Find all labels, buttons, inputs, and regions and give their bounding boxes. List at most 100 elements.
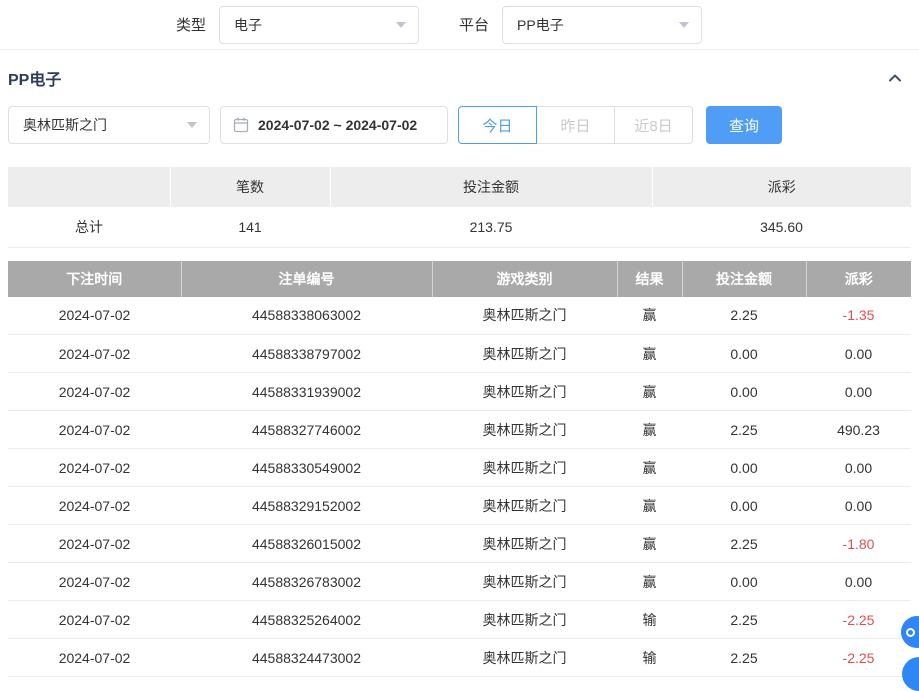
header-bet-amount: 投注金额: [682, 261, 806, 297]
date-range-picker[interactable]: 2024-07-02 ~ 2024-07-02: [220, 106, 448, 144]
cell-bet-id: 44588326783002: [181, 563, 432, 601]
summary-total-row: 总计 141 213.75 345.60: [8, 207, 911, 247]
yesterday-button[interactable]: 昨日: [536, 106, 615, 144]
cell-bet-amount: 0.00: [682, 373, 806, 411]
header-payout: 派彩: [806, 261, 911, 297]
cell-bet-id: 44588338797002: [181, 335, 432, 373]
chevron-down-icon: [187, 122, 197, 128]
calendar-icon: [233, 117, 249, 133]
cell-payout: -1.80: [806, 525, 911, 563]
summary-payout-value: 345.60: [652, 207, 911, 247]
cell-payout: 0.00: [806, 563, 911, 601]
cell-bet-amount: 0.00: [682, 449, 806, 487]
cell-bet-time: 2024-07-02: [8, 297, 181, 335]
cell-game-type: 奥林匹斯之门: [432, 487, 617, 525]
cell-bet-amount: 0.00: [682, 563, 806, 601]
game-select-value: 奥林匹斯之门: [23, 115, 107, 135]
cell-bet-id: 44588327746002: [181, 411, 432, 449]
cell-payout: 0.00: [806, 487, 911, 525]
summary-bet-amount-value: 213.75: [330, 207, 652, 247]
date-shortcut-group: 今日 昨日 近8日: [458, 106, 693, 144]
platform-select-value: PP电子: [517, 15, 564, 35]
platform-select[interactable]: PP电子: [502, 6, 702, 44]
cell-payout: 0.00: [806, 373, 911, 411]
cell-bet-amount: 0.00: [682, 335, 806, 373]
cell-bet-amount: 2.25: [682, 297, 806, 335]
query-row: 奥林匹斯之门 2024-07-02 ~ 2024-07-02 今日 昨日 近8日…: [0, 106, 919, 144]
cell-bet-id: 44588329152002: [181, 487, 432, 525]
cell-bet-amount: 2.25: [682, 601, 806, 639]
cell-game-type: 奥林匹斯之门: [432, 373, 617, 411]
cell-game-type: 奥林匹斯之门: [432, 335, 617, 373]
summary-header-payout: 派彩: [652, 167, 911, 207]
cell-bet-time: 2024-07-02: [8, 373, 181, 411]
cell-bet-id: 44588330549002: [181, 449, 432, 487]
header-game-type: 游戏类别: [432, 261, 617, 297]
cell-game-type: 奥林匹斯之门: [432, 525, 617, 563]
platform-label: 平台: [459, 14, 489, 35]
type-select-value: 电子: [234, 15, 262, 35]
cell-bet-time: 2024-07-02: [8, 449, 181, 487]
today-button[interactable]: 今日: [458, 106, 537, 144]
cell-bet-time: 2024-07-02: [8, 639, 181, 677]
cell-bet-id: 44588326015002: [181, 525, 432, 563]
header-result: 结果: [617, 261, 682, 297]
cell-game-type: 奥林匹斯之门: [432, 411, 617, 449]
cell-bet-id: 44588325264002: [181, 601, 432, 639]
type-select[interactable]: 电子: [219, 6, 419, 44]
cell-bet-amount: 2.25: [682, 525, 806, 563]
cell-payout: -2.25: [806, 601, 911, 639]
summary-table: 笔数 投注金额 派彩 总计 141 213.75 345.60: [8, 167, 911, 248]
summary-header-count: 笔数: [170, 167, 330, 207]
cell-game-type: 奥林匹斯之门: [432, 601, 617, 639]
cell-result: 赢: [617, 373, 682, 411]
cell-result: 赢: [617, 449, 682, 487]
cell-bet-amount: 0.00: [682, 487, 806, 525]
date-range-value: 2024-07-02 ~ 2024-07-02: [258, 117, 417, 133]
chevron-up-icon: [887, 70, 903, 86]
table-row: 2024-07-02 44588330549002 奥林匹斯之门 赢 0.00 …: [8, 449, 911, 487]
table-row: 2024-07-02 44588327746002 奥林匹斯之门 赢 2.25 …: [8, 411, 911, 449]
cell-payout: -2.25: [806, 639, 911, 677]
section-header: PP电子: [0, 50, 919, 106]
summary-count-value: 141: [170, 207, 330, 247]
table-row: 2024-07-02 44588326783002 奥林匹斯之门 赢 0.00 …: [8, 563, 911, 601]
table-row: 2024-07-02 44588324473002 奥林匹斯之门 输 2.25 …: [8, 639, 911, 677]
cell-bet-time: 2024-07-02: [8, 487, 181, 525]
collapse-section-button[interactable]: [887, 70, 903, 86]
game-select[interactable]: 奥林匹斯之门: [8, 106, 210, 144]
bet-table-header-row: 下注时间 注单编号 游戏类别 结果 投注金额 派彩: [8, 261, 911, 297]
cell-bet-id: 44588338063002: [181, 297, 432, 335]
chevron-down-icon: [396, 22, 406, 28]
cell-payout: 0.00: [806, 335, 911, 373]
cell-game-type: 奥林匹斯之门: [432, 639, 617, 677]
table-row: 2024-07-02 44588338063002 奥林匹斯之门 赢 2.25 …: [8, 297, 911, 335]
cell-bet-amount: 2.25: [682, 411, 806, 449]
cell-bet-time: 2024-07-02: [8, 411, 181, 449]
last8days-button[interactable]: 近8日: [614, 106, 693, 144]
cell-payout: 0.00: [806, 449, 911, 487]
cell-bet-time: 2024-07-02: [8, 601, 181, 639]
cell-bet-time: 2024-07-02: [8, 525, 181, 563]
table-row: 2024-07-02 44588331939002 奥林匹斯之门 赢 0.00 …: [8, 373, 911, 411]
header-bet-time: 下注时间: [8, 261, 181, 297]
search-button[interactable]: 查询: [706, 106, 782, 144]
cell-result: 赢: [617, 487, 682, 525]
table-row: 2024-07-02 44588325264002 奥林匹斯之门 输 2.25 …: [8, 601, 911, 639]
cell-payout: 490.23: [806, 411, 911, 449]
cell-result: 赢: [617, 525, 682, 563]
type-label: 类型: [176, 14, 206, 35]
cell-result: 赢: [617, 563, 682, 601]
summary-header-blank: [8, 167, 170, 207]
summary-header-row: 笔数 投注金额 派彩: [8, 167, 911, 207]
cell-result: 赢: [617, 297, 682, 335]
cell-payout: -1.35: [806, 297, 911, 335]
cell-result: 赢: [617, 335, 682, 373]
summary-header-bet-amount: 投注金额: [330, 167, 652, 207]
cell-bet-time: 2024-07-02: [8, 563, 181, 601]
cell-bet-id: 44588324473002: [181, 639, 432, 677]
cell-result: 输: [617, 601, 682, 639]
cell-result: 赢: [617, 411, 682, 449]
cell-result: 输: [617, 639, 682, 677]
bet-table: 下注时间 注单编号 游戏类别 结果 投注金额 派彩 2024-07-02 445…: [8, 261, 911, 678]
